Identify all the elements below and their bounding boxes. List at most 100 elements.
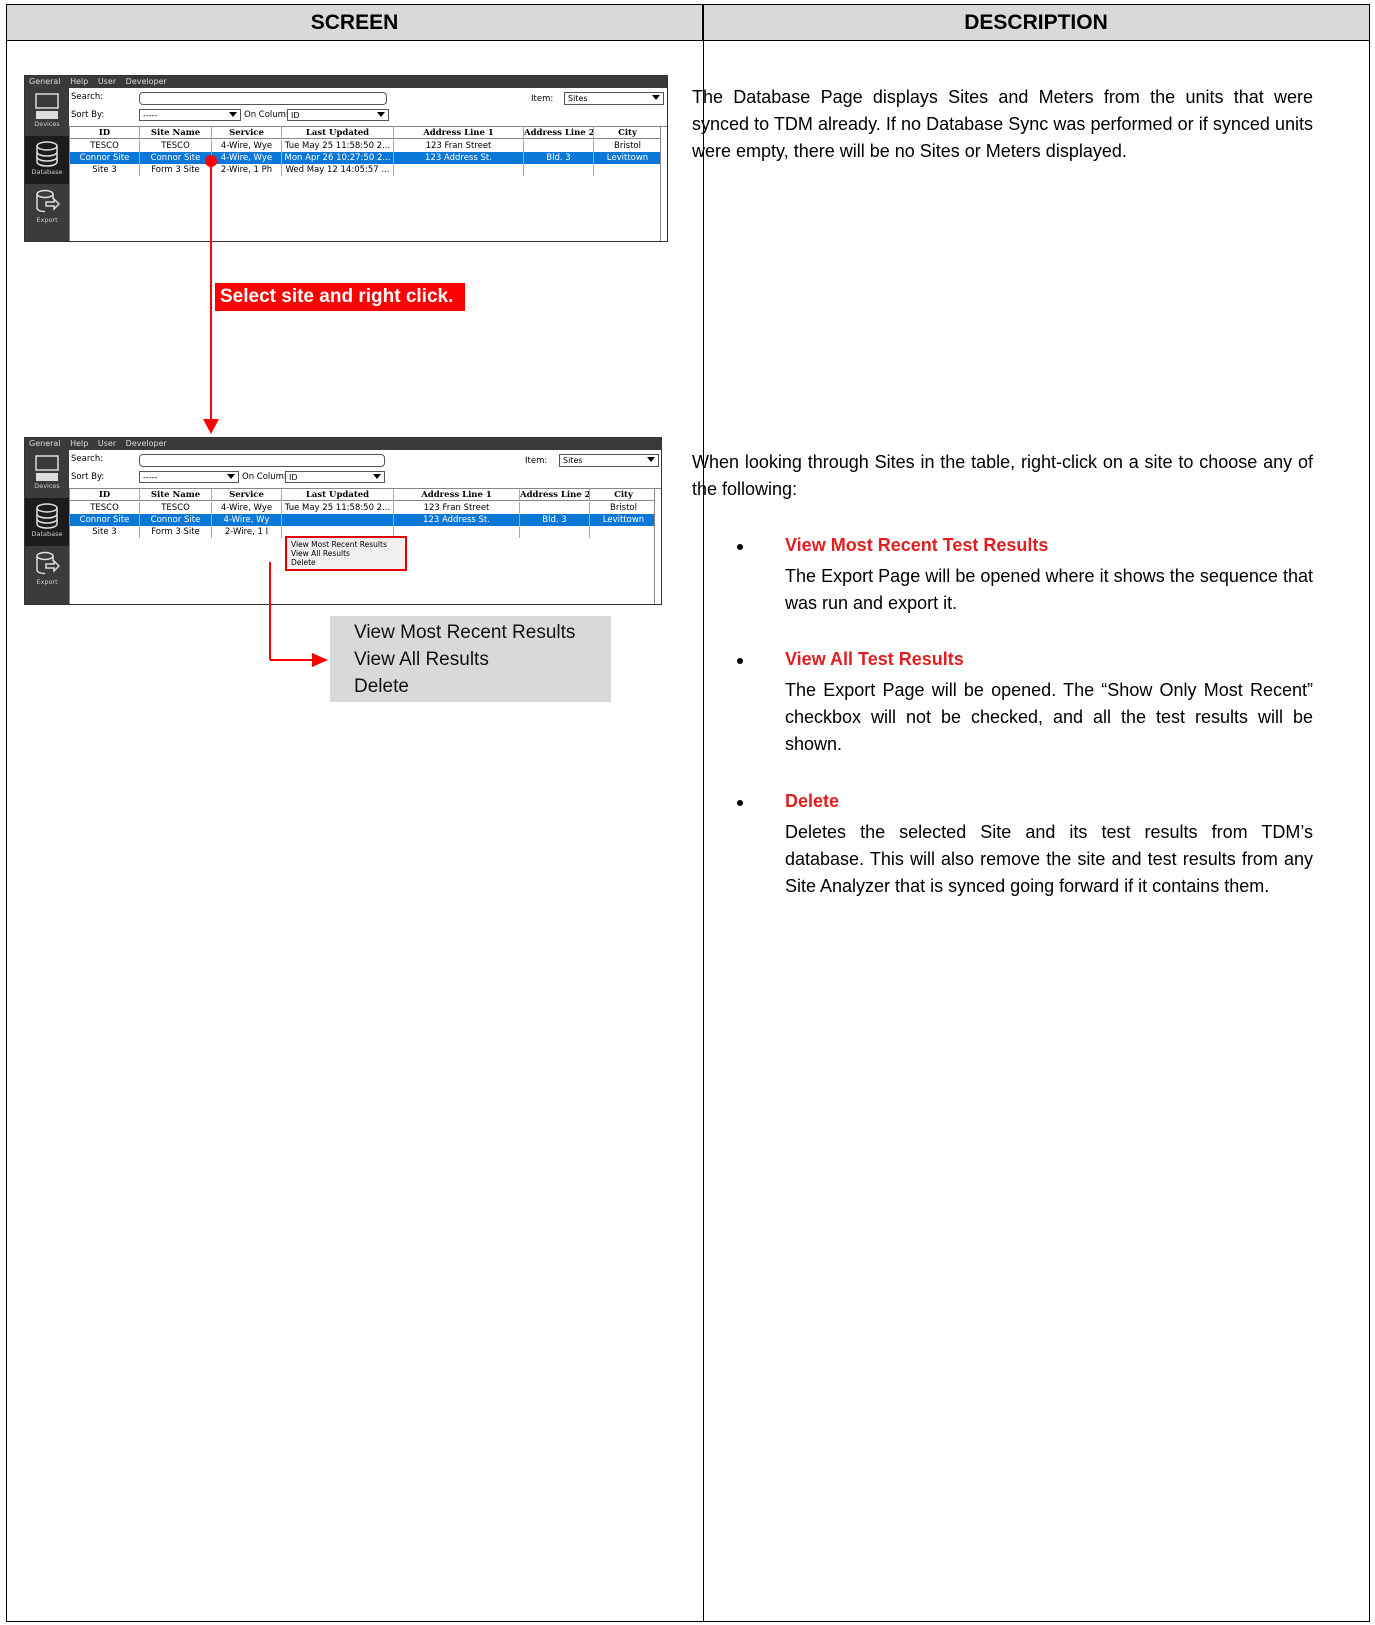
- menu-user[interactable]: User: [98, 439, 116, 448]
- export-icon: [36, 551, 60, 575]
- sidebar: Devices Database Export: [25, 450, 69, 604]
- column-header-site-name[interactable]: Site Name: [140, 127, 212, 139]
- search-input[interactable]: [139, 454, 385, 467]
- cell-site-name: Form 3 Site: [140, 526, 212, 538]
- sort-by-label: Sort By:: [71, 472, 105, 482]
- column-header-service[interactable]: Service: [212, 489, 282, 501]
- cell-address-1: 123 Address St.: [394, 514, 520, 526]
- menu-user[interactable]: User: [98, 77, 116, 86]
- table-row[interactable]: Site 3 Form 3 Site 2-Wire, 1 Ph Wed May …: [70, 164, 667, 176]
- column-header-address-1[interactable]: Address Line 1: [394, 489, 520, 501]
- table-row[interactable]: TESCO TESCO 4-Wire, Wye Tue May 25 11:58…: [70, 502, 661, 514]
- cell-address-2: Bld. 3: [520, 514, 590, 526]
- column-header-last-updated[interactable]: Last Updated: [282, 127, 394, 139]
- search-input[interactable]: [139, 92, 387, 105]
- cell-site-name: Form 3 Site: [140, 164, 212, 176]
- table-header-row: ID Site Name Service Last Updated Addres…: [70, 489, 661, 501]
- cell-address-2: [524, 140, 594, 152]
- context-menu-item-view-most-recent[interactable]: View Most Recent Results: [291, 540, 401, 549]
- menu-developer[interactable]: Developer: [126, 77, 167, 86]
- cell-city: Bristol: [594, 140, 662, 152]
- description-column-header: DESCRIPTION: [703, 5, 1369, 41]
- cell-address-1: 123 Fran Street: [394, 502, 520, 514]
- table-row[interactable]: TESCO TESCO 4-Wire, Wye Tue May 25 11:58…: [70, 140, 667, 152]
- sidebar-item-database[interactable]: Database: [25, 136, 69, 184]
- cell-city: Levittown: [594, 152, 662, 164]
- sidebar-item-export[interactable]: Export: [25, 546, 69, 594]
- bullet-body-delete: Deletes the selected Site and its test r…: [785, 822, 1313, 896]
- cell-service: 4-Wire, Wye: [212, 502, 282, 514]
- sidebar-item-database[interactable]: Database: [25, 498, 69, 546]
- menu-general[interactable]: General: [29, 439, 61, 448]
- sort-by-select[interactable]: -----: [139, 471, 239, 483]
- cell-id: Site 3: [70, 164, 140, 176]
- column-divider: [703, 5, 704, 1621]
- devices-icon: [35, 455, 59, 481]
- column-header-address-1[interactable]: Address Line 1: [394, 127, 524, 139]
- menu-help[interactable]: Help: [70, 77, 88, 86]
- cell-address-1: 123 Fran Street: [394, 140, 524, 152]
- table-row-selected[interactable]: Connor Site Connor Site 4-Wire, Wy 123 A…: [70, 514, 661, 526]
- cell-address-2: [520, 526, 590, 538]
- scrollbar[interactable]: [654, 489, 661, 604]
- cell-service: 4-Wire, Wy: [212, 514, 282, 526]
- cell-site-name: TESCO: [140, 502, 212, 514]
- sites-table: ID Site Name Service Last Updated Addres…: [69, 126, 667, 241]
- column-header-city[interactable]: City: [590, 489, 658, 501]
- column-header-address-2[interactable]: Address Line 2: [524, 127, 594, 139]
- on-column-value: ID: [289, 473, 298, 482]
- menu-bar: General Help User Developer: [25, 438, 661, 450]
- column-header-city[interactable]: City: [594, 127, 662, 139]
- cell-city: Bristol: [590, 502, 658, 514]
- menu-developer[interactable]: Developer: [126, 439, 167, 448]
- menu-general[interactable]: General: [29, 77, 61, 86]
- chevron-down-icon: [227, 474, 235, 479]
- bullet-title-delete: Delete: [785, 791, 840, 811]
- cell-city: [594, 164, 662, 176]
- menu-help[interactable]: Help: [70, 439, 88, 448]
- sidebar-item-devices[interactable]: Devices: [25, 450, 69, 498]
- cell-site-name: Connor Site: [140, 152, 212, 164]
- column-header-service[interactable]: Service: [212, 127, 282, 139]
- cell-id: TESCO: [70, 140, 140, 152]
- column-header-last-updated[interactable]: Last Updated: [282, 489, 394, 501]
- search-label: Search:: [71, 454, 104, 464]
- sort-by-value: -----: [143, 473, 158, 482]
- column-header-id[interactable]: ID: [70, 127, 140, 139]
- bullet-icon: [737, 658, 743, 664]
- cell-id: TESCO: [70, 502, 140, 514]
- cell-id: Connor Site: [70, 514, 140, 526]
- on-column-select[interactable]: ID: [285, 471, 385, 483]
- bullet-title-view-most-recent: View Most Recent Test Results: [785, 535, 1049, 555]
- cell-site-name: Connor Site: [140, 514, 212, 526]
- sidebar-item-devices[interactable]: Devices: [25, 88, 69, 136]
- sort-by-select[interactable]: -----: [139, 109, 241, 121]
- cell-address-2: Bld. 3: [524, 152, 594, 164]
- context-menu: View Most Recent Results View All Result…: [285, 536, 407, 571]
- main-panel: Search: Item: Sites Sort By: ----- On Co…: [69, 450, 661, 604]
- enlarged-context-menu: View Most Recent Results View All Result…: [330, 616, 611, 702]
- description-paragraph-1: The Database Page displays Sites and Met…: [692, 87, 1313, 161]
- column-header-id[interactable]: ID: [70, 489, 140, 501]
- item-select[interactable]: Sites: [559, 454, 659, 467]
- instruction-callout: Select site and right click.: [215, 283, 465, 311]
- sidebar-item-export[interactable]: Export: [25, 184, 69, 232]
- on-column-select[interactable]: ID: [287, 109, 389, 121]
- scrollbar[interactable]: [660, 127, 667, 241]
- sidebar-label-database: Database: [31, 168, 63, 176]
- context-menu-item-view-all[interactable]: View All Results: [291, 549, 401, 558]
- table-row-selected[interactable]: Connor Site Connor Site 4-Wire, Wye Mon …: [70, 152, 667, 164]
- column-header-address-2[interactable]: Address Line 2: [520, 489, 590, 501]
- sidebar: Devices Database Export: [25, 88, 69, 241]
- cell-address-1: [394, 526, 520, 538]
- sort-by-label: Sort By:: [71, 110, 105, 120]
- enlarged-menu-item-view-most-recent: View Most Recent Results: [354, 622, 576, 643]
- context-menu-item-delete[interactable]: Delete: [291, 558, 401, 567]
- document-table: SCREEN DESCRIPTION: [6, 4, 1370, 1622]
- sidebar-label-export: Export: [36, 216, 58, 224]
- screen-column-header: SCREEN: [7, 5, 703, 41]
- item-select-value: Sites: [568, 94, 588, 103]
- search-label: Search:: [71, 92, 104, 102]
- column-header-site-name[interactable]: Site Name: [140, 489, 212, 501]
- item-select[interactable]: Sites: [564, 92, 664, 105]
